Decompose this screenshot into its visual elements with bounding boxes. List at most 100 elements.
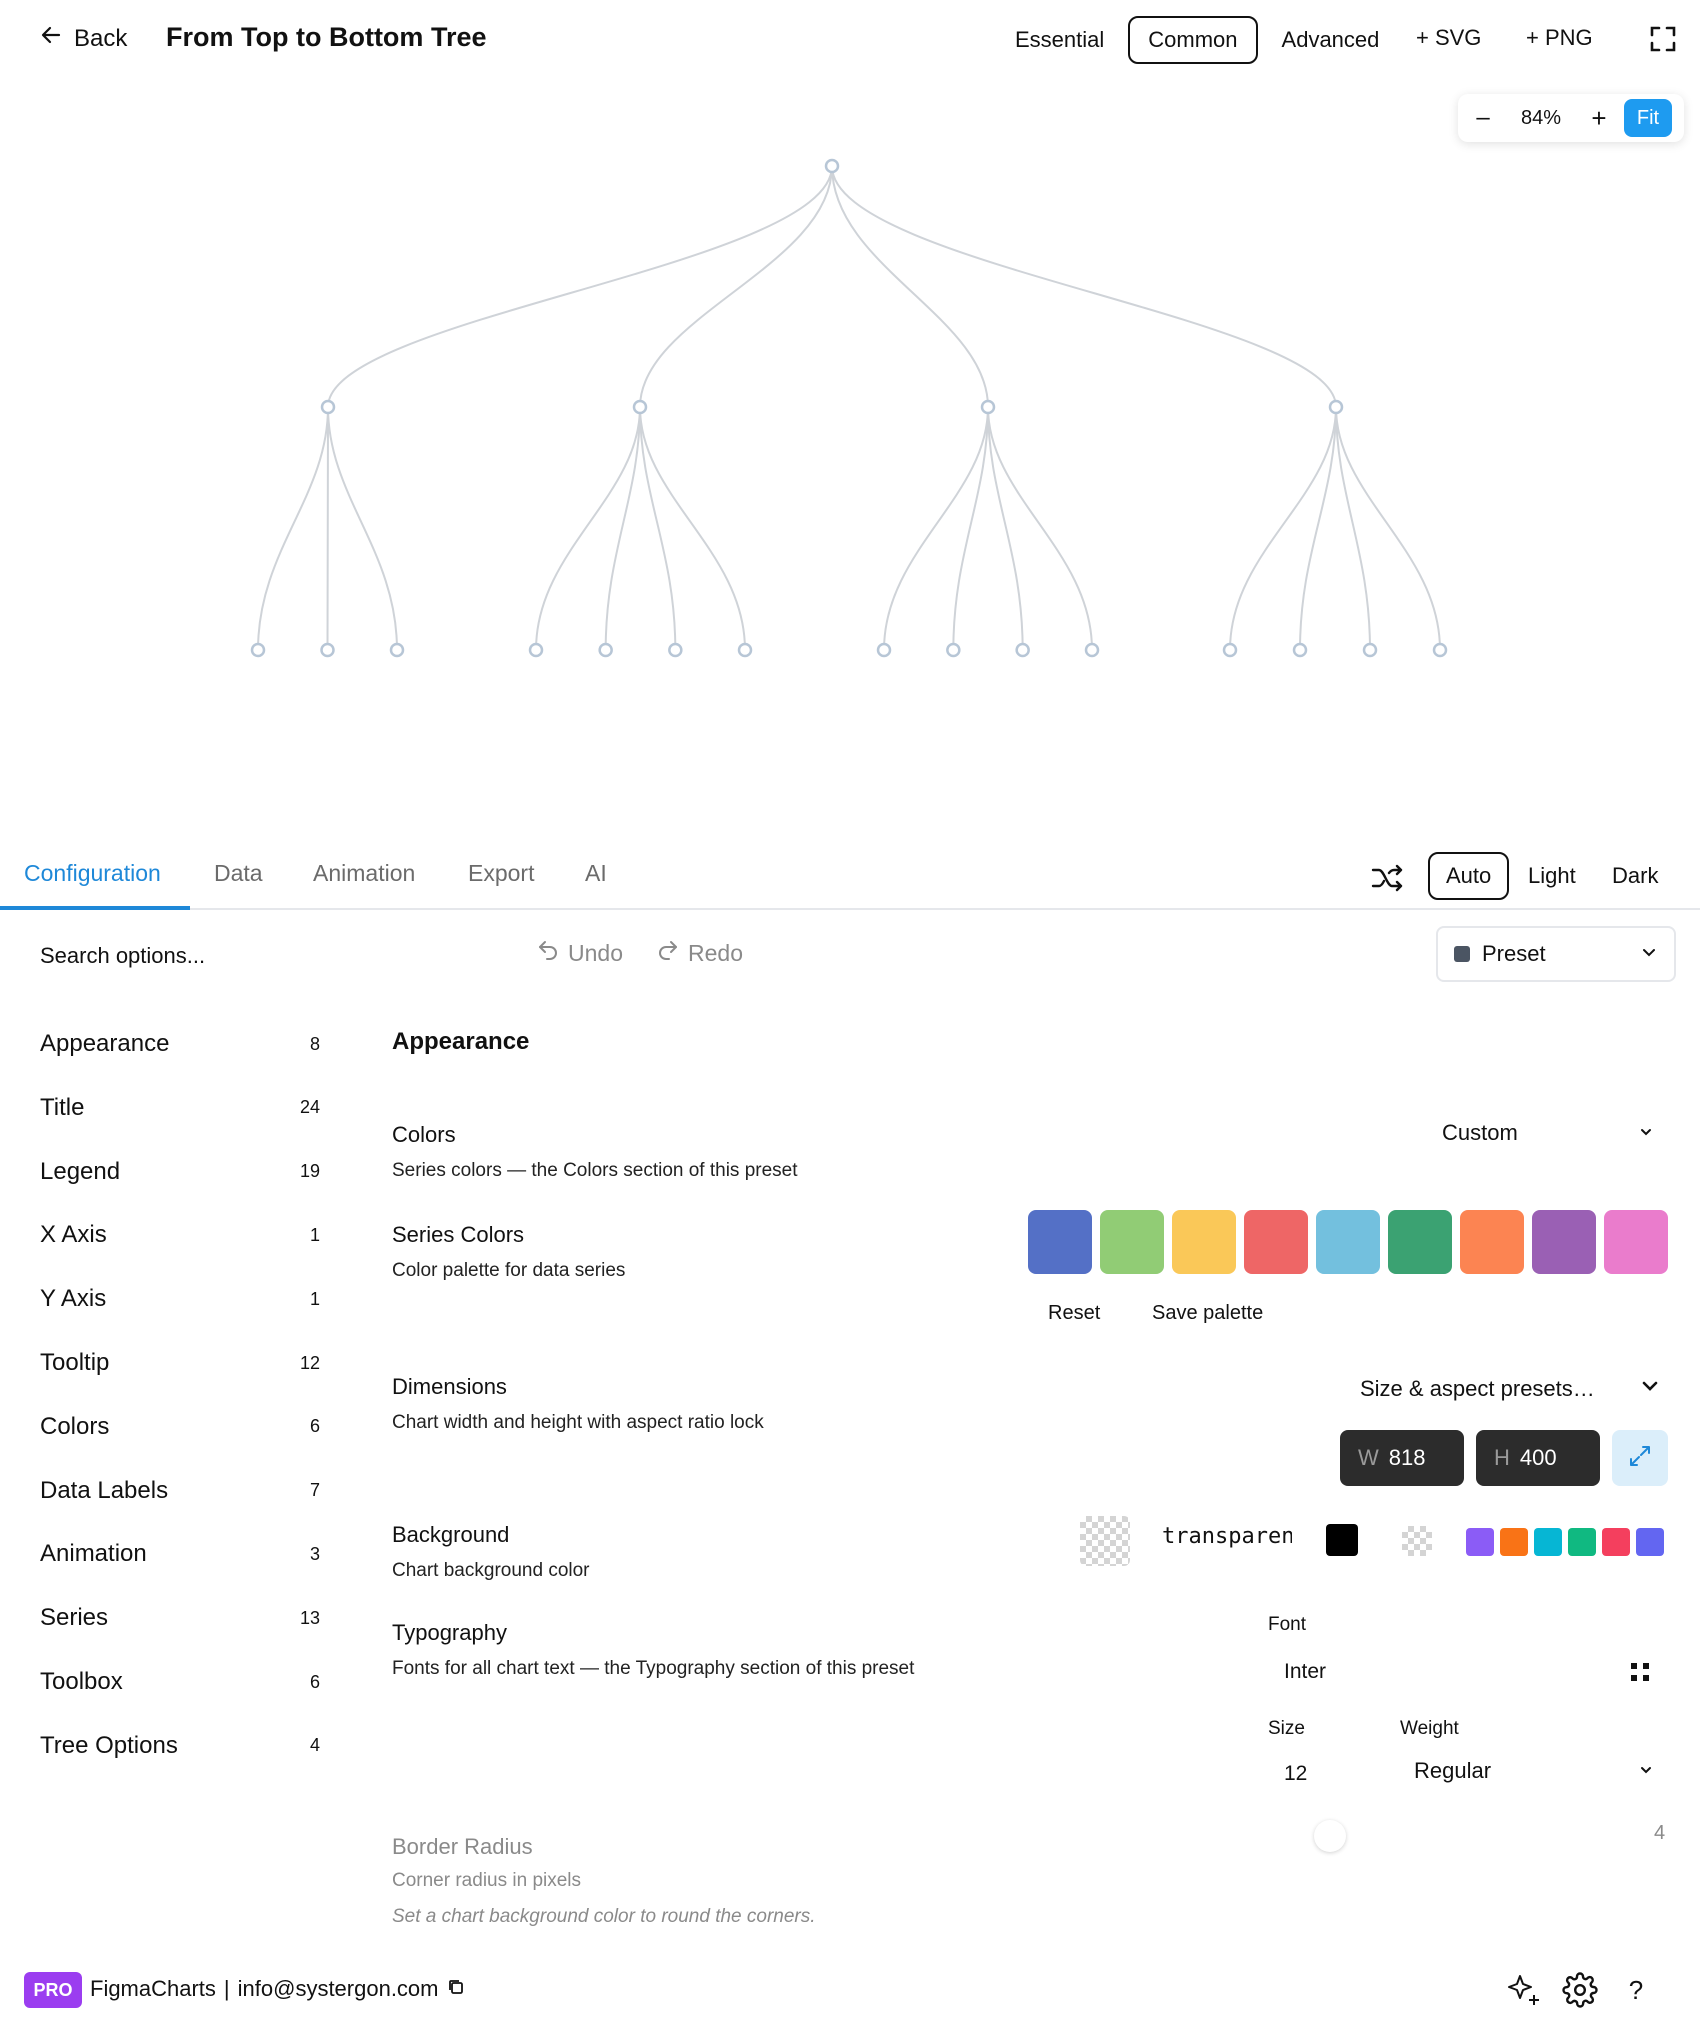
sidebar-item[interactable]: Data Labels 7 bbox=[40, 1477, 320, 1505]
quick-color-swatch[interactable] bbox=[1534, 1528, 1562, 1556]
tree-link bbox=[327, 165, 833, 408]
sidebar-item[interactable]: Colors 6 bbox=[40, 1413, 320, 1441]
palette-swatch[interactable] bbox=[1172, 1210, 1236, 1274]
tree-leaf-node[interactable] bbox=[1432, 642, 1448, 658]
help-icon[interactable]: ? bbox=[1616, 1970, 1656, 2010]
tree-link bbox=[987, 406, 1093, 651]
sidebar-item-label: Y Axis bbox=[40, 1285, 107, 1313]
tab-animation[interactable]: Animation bbox=[313, 860, 415, 887]
tree-leaf-node[interactable] bbox=[946, 642, 961, 658]
font-select[interactable]: Inter bbox=[1284, 1660, 1326, 1684]
sidebar-item[interactable]: Tooltip 12 bbox=[40, 1349, 320, 1377]
contact-email[interactable]: info@systergon.com bbox=[238, 1976, 439, 2002]
theme-dark-button[interactable]: Dark bbox=[1594, 852, 1676, 900]
background-desc: Chart background color bbox=[392, 1560, 590, 1581]
sidebar-item[interactable]: Appearance 8 bbox=[40, 1030, 320, 1058]
tree-leaf-node[interactable] bbox=[320, 642, 335, 658]
redo-button[interactable]: Redo bbox=[656, 938, 743, 968]
typography-desc: Fonts for all chart text — the Typograph… bbox=[392, 1658, 915, 1679]
tree-branch-node[interactable] bbox=[1328, 399, 1344, 415]
size-presets-select[interactable]: Size & aspect presets… bbox=[1360, 1376, 1660, 1402]
tree-branch-node[interactable] bbox=[320, 399, 336, 415]
aspect-ratio-lock-button[interactable] bbox=[1612, 1430, 1668, 1486]
search-input[interactable] bbox=[24, 936, 484, 976]
tree-root-node[interactable] bbox=[824, 158, 840, 174]
transparent-background-button[interactable] bbox=[1402, 1526, 1432, 1556]
palette-swatch[interactable] bbox=[1244, 1210, 1308, 1274]
ai-sparkle-icon[interactable] bbox=[1504, 1970, 1544, 2010]
shuffle-icon[interactable] bbox=[1370, 860, 1406, 896]
size-presets-label: Size & aspect presets… bbox=[1360, 1376, 1595, 1401]
font-size-input[interactable]: 12 bbox=[1284, 1762, 1307, 1786]
tree-branch-node[interactable] bbox=[632, 399, 648, 415]
tree-link bbox=[883, 406, 989, 651]
palette-swatch[interactable] bbox=[1604, 1210, 1668, 1274]
border-radius-slider[interactable] bbox=[1314, 1820, 1346, 1852]
theme-light-button[interactable]: Light bbox=[1510, 852, 1594, 900]
font-weight-select[interactable]: Regular bbox=[1414, 1758, 1654, 1784]
quick-color-swatch[interactable] bbox=[1602, 1528, 1630, 1556]
settings-gear-icon[interactable] bbox=[1560, 1970, 1600, 2010]
tree-leaf-node[interactable] bbox=[389, 642, 405, 658]
size-label: Size bbox=[1268, 1718, 1305, 1739]
dimensions-desc: Chart width and height with aspect ratio… bbox=[392, 1412, 764, 1433]
preset-label: Preset bbox=[1482, 941, 1546, 966]
tree-leaf-node[interactable] bbox=[250, 642, 266, 658]
tree-leaf-node[interactable] bbox=[737, 642, 753, 658]
palette-swatch[interactable] bbox=[1388, 1210, 1452, 1274]
sidebar-item[interactable]: Toolbox 6 bbox=[40, 1668, 320, 1696]
font-grid-icon[interactable] bbox=[1630, 1662, 1650, 1682]
quick-color-swatch[interactable] bbox=[1568, 1528, 1596, 1556]
sidebar-item[interactable]: Series 13 bbox=[40, 1604, 320, 1632]
sidebar-item[interactable]: Title 24 bbox=[40, 1094, 320, 1122]
height-field[interactable]: H 400 bbox=[1476, 1430, 1600, 1486]
width-value: 818 bbox=[1388, 1445, 1426, 1470]
redo-icon bbox=[656, 938, 680, 968]
tree-branch-node[interactable] bbox=[980, 399, 996, 415]
reset-palette-button[interactable]: Reset bbox=[1048, 1302, 1100, 1325]
sidebar-item[interactable]: Animation 3 bbox=[40, 1540, 320, 1568]
active-tab-indicator bbox=[0, 906, 190, 910]
tree-leaf-node[interactable] bbox=[528, 642, 544, 658]
background-color-swatch[interactable] bbox=[1080, 1516, 1130, 1566]
background-value[interactable]: transparent bbox=[1162, 1524, 1292, 1549]
tree-link bbox=[639, 406, 746, 651]
sidebar-item[interactable]: X Axis 1 bbox=[40, 1221, 320, 1249]
colors-select-value: Custom bbox=[1442, 1120, 1518, 1145]
width-field[interactable]: W 818 bbox=[1340, 1430, 1464, 1486]
section-title: Appearance bbox=[392, 1028, 530, 1055]
tree-leaf-node[interactable] bbox=[1362, 642, 1378, 658]
tab-data[interactable]: Data bbox=[214, 860, 263, 887]
tree-leaf-node[interactable] bbox=[1292, 642, 1308, 658]
theme-auto-button[interactable]: Auto bbox=[1428, 852, 1510, 900]
colors-select[interactable]: Custom bbox=[1442, 1120, 1654, 1146]
quick-color-swatch[interactable] bbox=[1636, 1528, 1664, 1556]
save-palette-button[interactable]: Save palette bbox=[1152, 1302, 1263, 1325]
border-radius-note: Set a chart background color to round th… bbox=[392, 1906, 816, 1927]
palette-swatch[interactable] bbox=[1028, 1210, 1092, 1274]
tree-leaf-node[interactable] bbox=[876, 642, 892, 658]
border-radius-title: Border Radius bbox=[392, 1834, 533, 1859]
tree-leaf-node[interactable] bbox=[1084, 642, 1100, 658]
palette-swatch[interactable] bbox=[1460, 1210, 1524, 1274]
preset-select[interactable]: Preset bbox=[1436, 926, 1676, 982]
colors-title: Colors bbox=[392, 1122, 456, 1147]
undo-button[interactable]: Undo bbox=[536, 938, 623, 968]
copy-icon[interactable] bbox=[447, 1976, 465, 2002]
palette-swatch[interactable] bbox=[1316, 1210, 1380, 1274]
black-background-button[interactable] bbox=[1326, 1524, 1358, 1556]
sidebar-item[interactable]: Y Axis 1 bbox=[40, 1285, 320, 1313]
tab-export[interactable]: Export bbox=[468, 860, 534, 887]
tree-leaf-node[interactable] bbox=[668, 642, 683, 658]
sidebar-item[interactable]: Legend 19 bbox=[40, 1158, 320, 1186]
tree-leaf-node[interactable] bbox=[1222, 642, 1238, 658]
tab-configuration[interactable]: Configuration bbox=[24, 860, 161, 887]
tab-ai[interactable]: AI bbox=[585, 860, 607, 887]
tree-leaf-node[interactable] bbox=[598, 642, 613, 658]
quick-color-swatch[interactable] bbox=[1466, 1528, 1494, 1556]
tree-leaf-node[interactable] bbox=[1015, 642, 1030, 658]
palette-swatch[interactable] bbox=[1100, 1210, 1164, 1274]
quick-color-swatch[interactable] bbox=[1500, 1528, 1528, 1556]
sidebar-item[interactable]: Tree Options 4 bbox=[40, 1732, 320, 1760]
palette-swatch[interactable] bbox=[1532, 1210, 1596, 1274]
